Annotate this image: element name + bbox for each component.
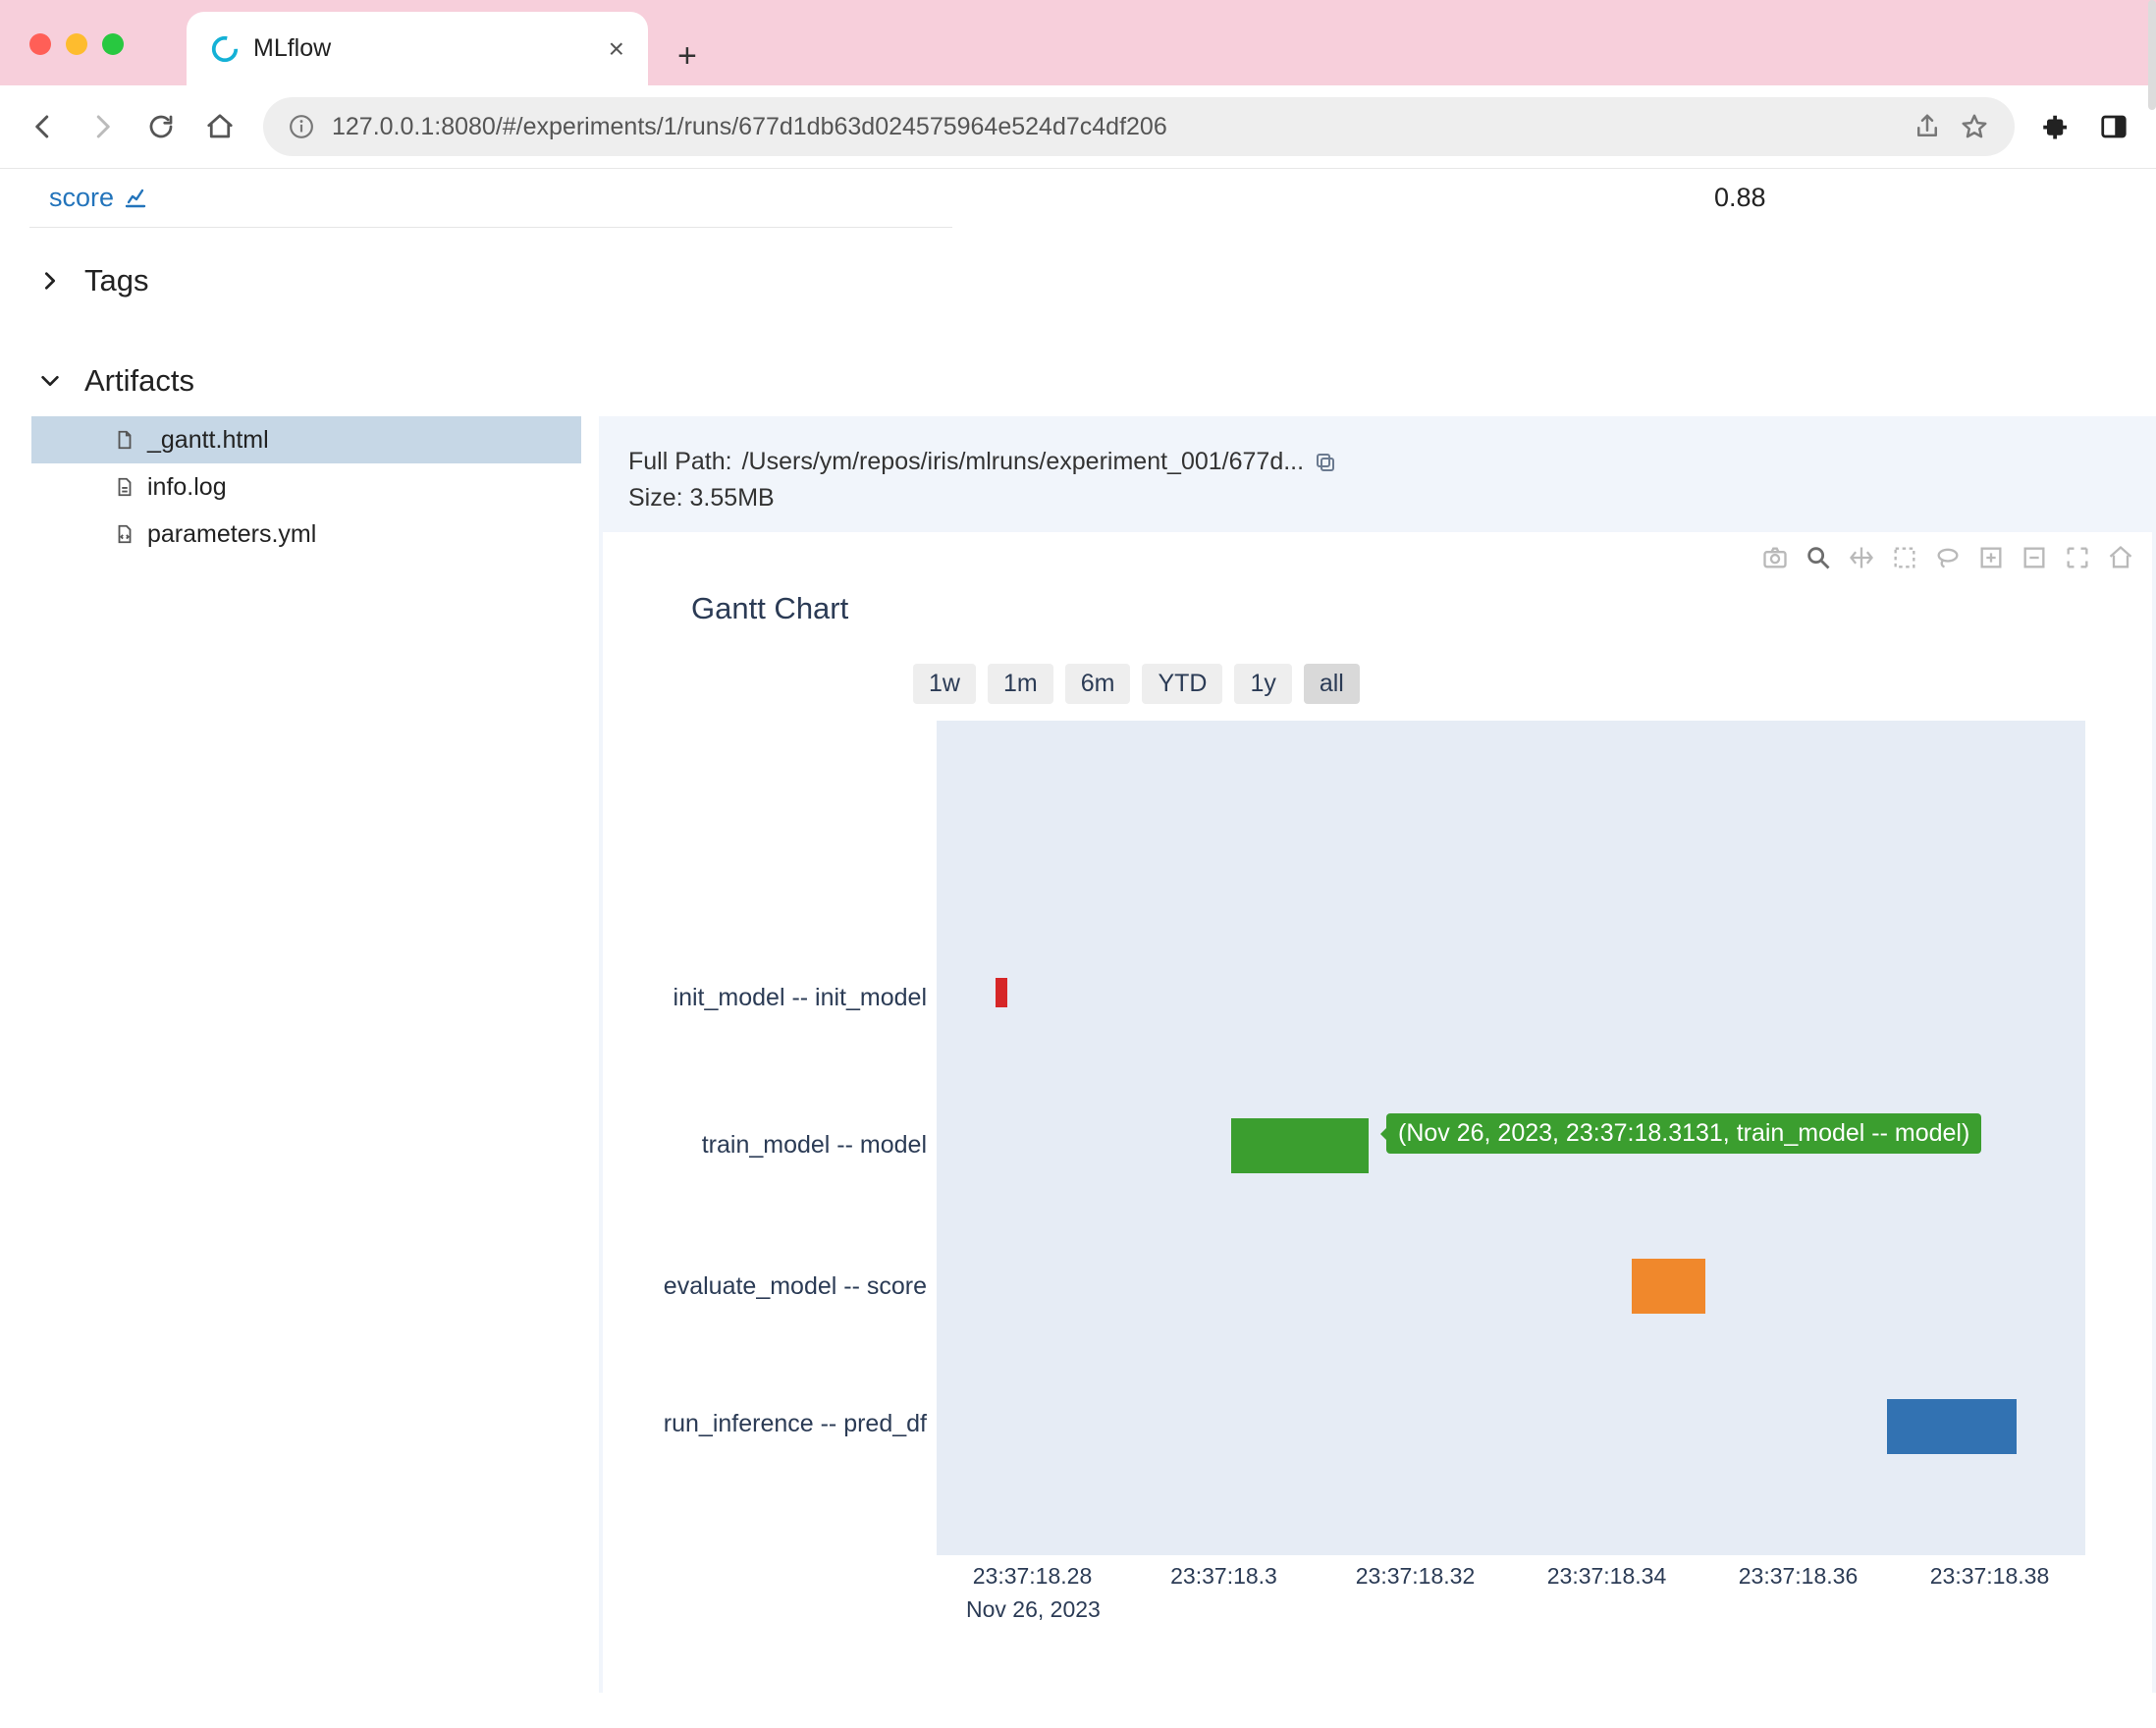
- artifact-split: _gantt.html info.log parameters.yml Full…: [0, 416, 2156, 1693]
- file-code-icon: [114, 523, 135, 545]
- gantt-bar-train[interactable]: [1231, 1118, 1369, 1173]
- range-1y[interactable]: 1y: [1234, 664, 1291, 704]
- address-bar[interactable]: 127.0.0.1:8080/#/experiments/1/runs/677d…: [263, 97, 2015, 156]
- browser-toolbar: 127.0.0.1:8080/#/experiments/1/runs/677d…: [0, 85, 2156, 169]
- artifact-item-params[interactable]: parameters.yml: [31, 511, 581, 558]
- chevron-right-icon: [39, 270, 61, 292]
- range-ytd[interactable]: YTD: [1142, 664, 1222, 704]
- artifact-item-label: info.log: [147, 473, 227, 502]
- range-selector: 1w 1m 6m YTD 1y all: [913, 664, 1360, 704]
- artifact-size: Size: 3.55MB: [599, 484, 2156, 532]
- camera-icon[interactable]: [1761, 544, 1789, 571]
- box-select-icon[interactable]: [1891, 544, 1918, 571]
- mlflow-favicon-icon: [210, 34, 240, 64]
- zoom-in-icon[interactable]: [1977, 544, 2005, 571]
- reload-icon: [146, 112, 176, 141]
- minimize-window-button[interactable]: [66, 33, 87, 55]
- metric-value: 0.88: [1714, 183, 2107, 213]
- reset-axes-icon[interactable]: [2107, 544, 2134, 571]
- page-content: score 0.88 Tags Artifacts _gantt.html in…: [0, 169, 2156, 1728]
- xtick: 23:37:18.36: [1702, 1563, 1894, 1590]
- tags-section-header[interactable]: Tags: [0, 228, 2156, 316]
- chevron-down-icon: [39, 370, 61, 392]
- pan-icon[interactable]: [1848, 544, 1875, 571]
- sidepanel-icon[interactable]: [2099, 112, 2129, 141]
- x-axis-ticks: 23:37:18.28 23:37:18.3 23:37:18.32 23:37…: [937, 1563, 2085, 1590]
- ylabel-init: init_model -- init_model: [674, 984, 927, 1012]
- full-path-value: /Users/ym/repos/iris/mlruns/experiment_0…: [742, 448, 1304, 476]
- full-path-label: Full Path:: [628, 448, 732, 476]
- artifact-item-label: _gantt.html: [147, 426, 269, 455]
- y-axis-labels: init_model -- init_model train_model -- …: [603, 721, 937, 1555]
- x-axis-date: Nov 26, 2023: [966, 1596, 1101, 1623]
- autoscale-icon[interactable]: [2064, 544, 2091, 571]
- arrow-right-icon: [87, 112, 117, 141]
- xtick: 23:37:18.34: [1511, 1563, 1702, 1590]
- xtick: 23:37:18.32: [1320, 1563, 1511, 1590]
- plotly-chart[interactable]: Gantt Chart 1w 1m 6m YTD 1y all init_mod…: [603, 532, 2152, 1693]
- gantt-bar-init[interactable]: [996, 978, 1007, 1007]
- hover-tooltip: (Nov 26, 2023, 23:37:18.3131, train_mode…: [1386, 1113, 1981, 1154]
- zoom-out-icon[interactable]: [2021, 544, 2048, 571]
- copy-icon[interactable]: [1314, 451, 1337, 474]
- lasso-icon[interactable]: [1934, 544, 1962, 571]
- chart-title: Gantt Chart: [691, 591, 848, 626]
- chart-line-icon: [124, 187, 147, 210]
- range-6m[interactable]: 6m: [1065, 664, 1131, 704]
- artifacts-section-header[interactable]: Artifacts: [0, 316, 2156, 416]
- window-controls: [29, 33, 124, 55]
- artifact-full-path: Full Path: /Users/ym/repos/iris/mlruns/e…: [599, 424, 2156, 484]
- ylabel-train: train_model -- model: [702, 1131, 927, 1160]
- gantt-bar-eval[interactable]: [1632, 1259, 1705, 1314]
- artifact-viewer: Full Path: /Users/ym/repos/iris/mlruns/e…: [599, 416, 2156, 1693]
- close-tab-button[interactable]: ×: [609, 33, 624, 65]
- zoom-icon[interactable]: [1805, 544, 1832, 571]
- artifact-item-gantt[interactable]: _gantt.html: [31, 416, 581, 463]
- xtick: 23:37:18.3: [1128, 1563, 1320, 1590]
- reload-button[interactable]: [145, 111, 177, 142]
- back-button[interactable]: [27, 111, 59, 142]
- ylabel-infer: run_inference -- pred_df: [664, 1410, 927, 1438]
- share-icon[interactable]: [1913, 112, 1942, 141]
- range-1w[interactable]: 1w: [913, 664, 976, 704]
- artifact-tree: _gantt.html info.log parameters.yml: [31, 416, 581, 1693]
- xtick: 23:37:18.38: [1894, 1563, 2085, 1590]
- plot-area[interactable]: (Nov 26, 2023, 23:37:18.3131, train_mode…: [937, 721, 2085, 1555]
- new-tab-button[interactable]: +: [677, 37, 697, 76]
- tab-title: MLflow: [253, 34, 595, 63]
- gantt-bar-infer[interactable]: [1887, 1399, 2017, 1454]
- bookmark-star-icon[interactable]: [1960, 112, 1989, 141]
- browser-tab[interactable]: MLflow ×: [187, 12, 648, 85]
- extensions-icon[interactable]: [2042, 112, 2072, 141]
- close-window-button[interactable]: [29, 33, 51, 55]
- artifact-item-infolog[interactable]: info.log: [31, 463, 581, 511]
- ylabel-eval: evaluate_model -- score: [664, 1272, 927, 1301]
- maximize-window-button[interactable]: [102, 33, 124, 55]
- metric-name-text: score: [49, 183, 114, 213]
- artifact-item-label: parameters.yml: [147, 520, 316, 549]
- browser-tab-strip: MLflow × +: [0, 0, 2156, 85]
- file-icon: [114, 476, 135, 498]
- home-icon: [205, 112, 235, 141]
- range-1m[interactable]: 1m: [988, 664, 1053, 704]
- metric-row: score 0.88: [0, 169, 2156, 227]
- forward-button[interactable]: [86, 111, 118, 142]
- xtick: 23:37:18.28: [937, 1563, 1128, 1590]
- arrow-left-icon: [28, 112, 58, 141]
- range-all[interactable]: all: [1304, 664, 1360, 704]
- url-text: 127.0.0.1:8080/#/experiments/1/runs/677d…: [332, 113, 1895, 141]
- file-icon: [114, 429, 135, 451]
- tags-label: Tags: [84, 263, 148, 298]
- home-button[interactable]: [204, 111, 236, 142]
- metric-link[interactable]: score: [49, 183, 147, 213]
- plotly-modebar: [1761, 544, 2134, 571]
- site-info-icon[interactable]: [289, 114, 314, 139]
- artifacts-label: Artifacts: [84, 363, 194, 399]
